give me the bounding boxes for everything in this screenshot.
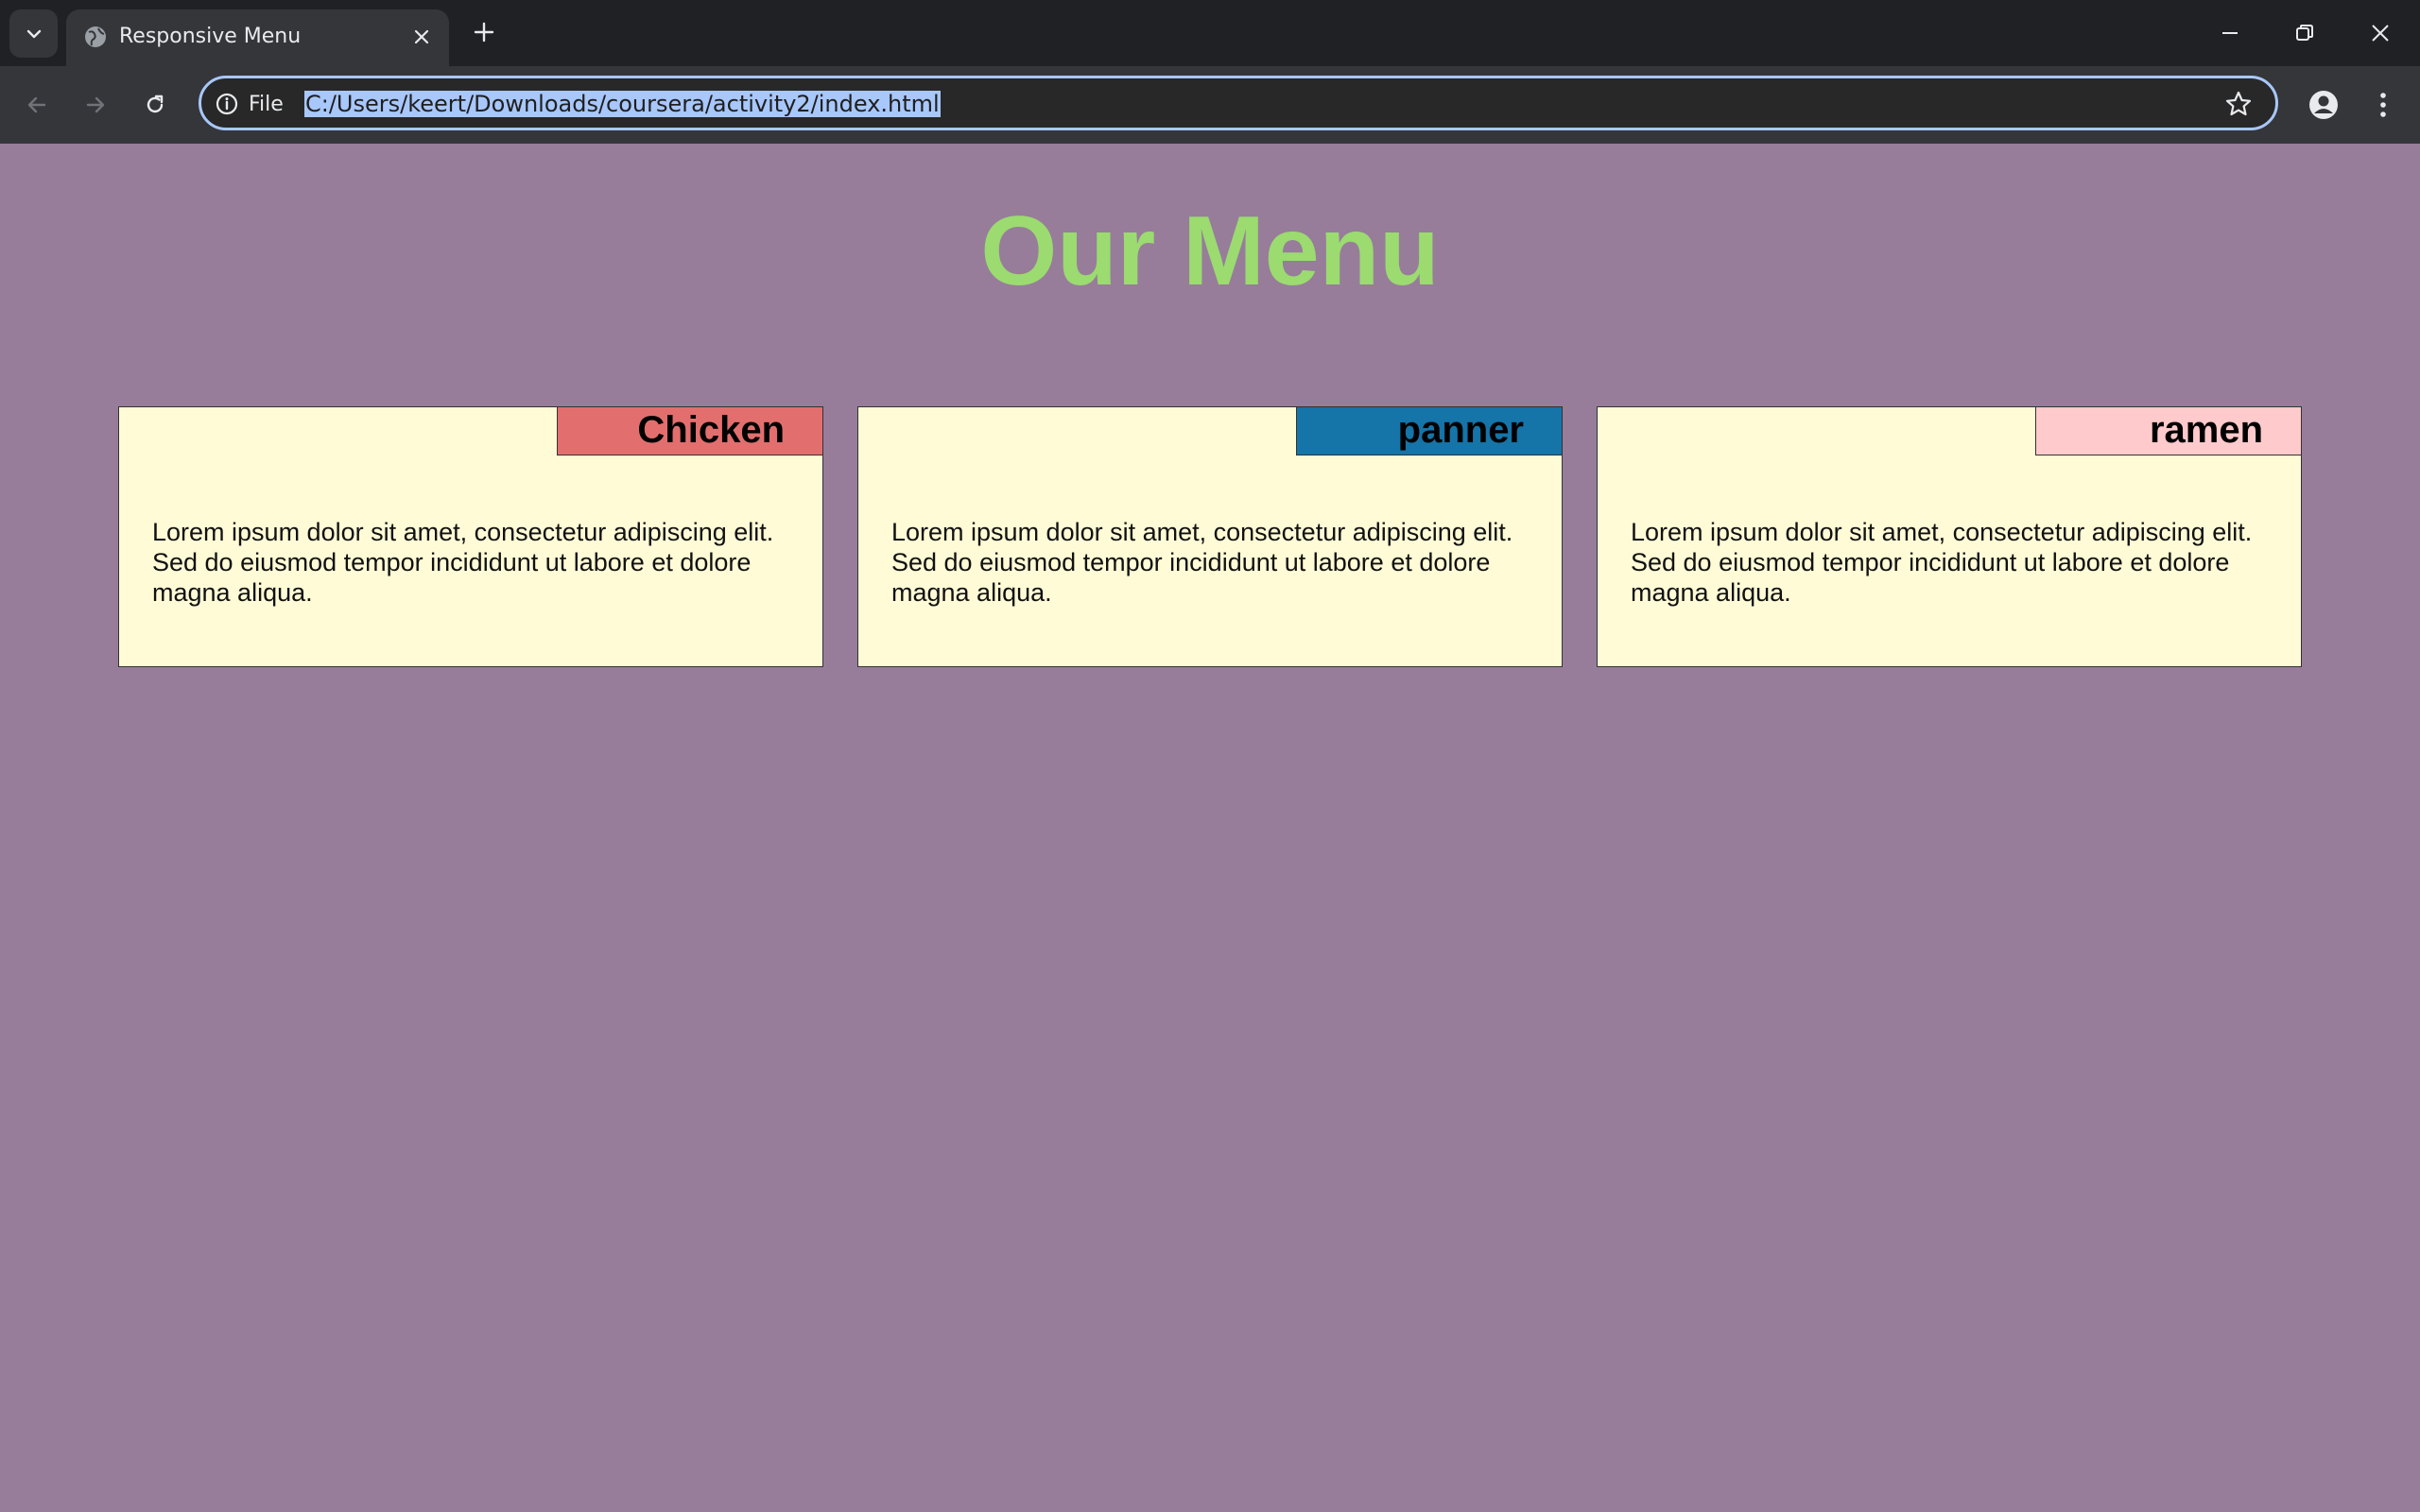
- address-bar[interactable]: File C:/Users/keert/Downloads/coursera/a…: [199, 76, 2278, 130]
- card-label-panner: panner: [1296, 406, 1563, 455]
- card-description: Lorem ipsum dolor sit amet, consectetur …: [1631, 518, 2253, 607]
- site-info-chip[interactable]: File: [215, 90, 284, 118]
- forward-button[interactable]: [74, 83, 117, 127]
- profile-button[interactable]: [2304, 85, 2343, 125]
- tab-search-button[interactable]: [9, 9, 58, 58]
- browser-toolbar: File C:/Users/keert/Downloads/coursera/a…: [0, 66, 2420, 144]
- card-label-ramen: ramen: [2035, 406, 2302, 455]
- star-icon: [2225, 91, 2252, 116]
- menu-card-chicken: Chicken Lorem ipsum dolor sit amet, cons…: [118, 406, 823, 667]
- new-tab-button[interactable]: [467, 15, 501, 49]
- tab-close-button[interactable]: [406, 21, 438, 53]
- bookmark-button[interactable]: [2222, 88, 2255, 120]
- tab-responsive-menu[interactable]: Responsive Menu: [66, 9, 449, 66]
- info-icon: [216, 93, 238, 115]
- globe-icon: [81, 23, 110, 51]
- close-icon: [414, 29, 429, 44]
- arrow-left-icon: [27, 96, 46, 113]
- url-text[interactable]: C:/Users/keert/Downloads/coursera/activi…: [304, 90, 941, 118]
- restore-icon: [2296, 25, 2313, 41]
- site-info-label: File: [249, 92, 284, 116]
- arrow-right-icon: [86, 96, 105, 113]
- close-window-button[interactable]: [2357, 9, 2404, 57]
- kebab-menu-icon: [2380, 93, 2386, 117]
- card-description: Lorem ipsum dolor sit amet, consectetur …: [891, 518, 1513, 607]
- card-description: Lorem ipsum dolor sit amet, consectetur …: [152, 518, 774, 607]
- page-title: Our Menu: [980, 197, 1440, 306]
- minimize-button[interactable]: [2206, 9, 2254, 57]
- back-button[interactable]: [15, 83, 59, 127]
- card-label-chicken: Chicken: [557, 406, 823, 455]
- page-viewport: Our Menu Chicken Lorem ipsum dolor sit a…: [0, 144, 2420, 1512]
- reload-icon: [147, 94, 164, 113]
- chevron-down-icon: [26, 29, 41, 38]
- url-selected-text: C:/Users/keert/Downloads/coursera/activi…: [304, 91, 941, 117]
- menu-card-ramen: ramen Lorem ipsum dolor sit amet, consec…: [1597, 406, 2302, 667]
- menu-card-panner: panner Lorem ipsum dolor sit amet, conse…: [857, 406, 1563, 667]
- minimize-icon: [2222, 32, 2238, 34]
- reload-button[interactable]: [133, 83, 177, 127]
- close-icon: [2372, 25, 2389, 42]
- person-icon: [2309, 91, 2338, 119]
- browser-menu-button[interactable]: [2363, 85, 2403, 125]
- plus-icon: [474, 22, 494, 43]
- restore-button[interactable]: [2281, 9, 2328, 57]
- tab-title: Responsive Menu: [119, 25, 302, 48]
- tab-strip: Responsive Menu: [0, 0, 2420, 66]
